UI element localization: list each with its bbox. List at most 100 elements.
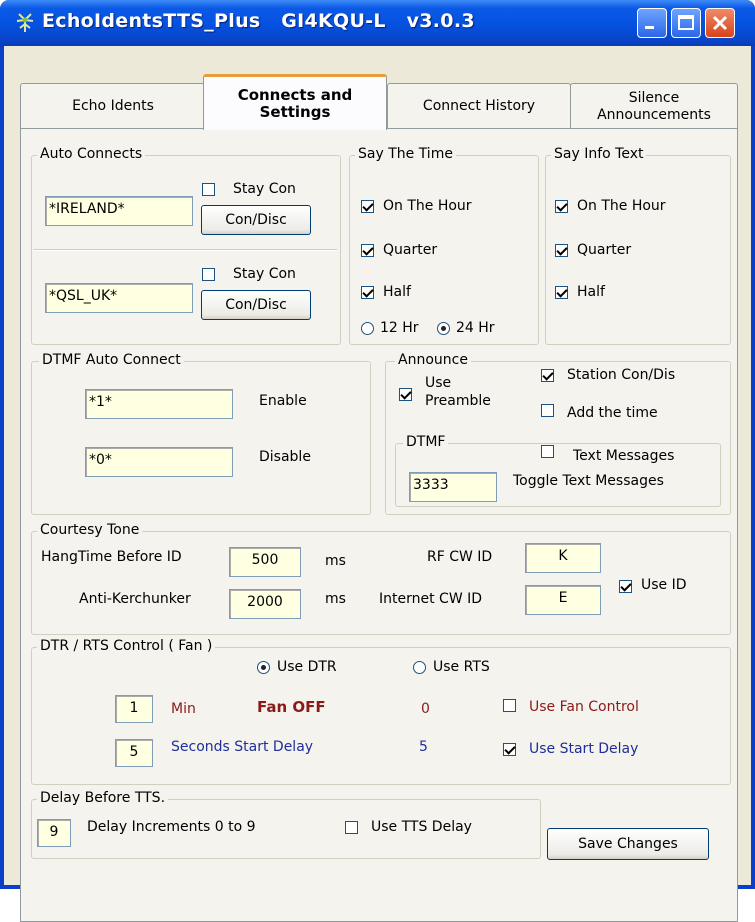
say-time-group — [349, 155, 539, 345]
start-delay-label: Seconds Start Delay — [171, 739, 314, 755]
window-title: EchoIdentsTTS_Plus GI4KQU-L v3.0.3 — [42, 10, 475, 32]
minimize-button[interactable] — [637, 8, 667, 38]
say-info-quarter-label: Quarter — [577, 242, 632, 258]
dtr-rts-legend: DTR / RTS Control ( Fan ) — [37, 638, 216, 654]
add-the-time-label: Add the time — [567, 405, 658, 421]
use-preamble-checkbox[interactable] — [399, 388, 412, 401]
title-bar[interactable]: EchoIdentsTTS_Plus GI4KQU-L v3.0.3 — [0, 0, 755, 46]
say-info-group — [545, 155, 731, 345]
tab-page-connects-settings: Auto Connects *IRELAND* Stay Con Con/Dis… — [20, 128, 738, 922]
auto-connect-1-input[interactable]: *IRELAND* — [45, 196, 193, 226]
rf-cw-id-input[interactable]: K — [525, 543, 601, 573]
say-info-half-checkbox[interactable] — [555, 286, 568, 299]
auto-connect-2-input[interactable]: *QSL_UK* — [45, 283, 193, 313]
add-the-time-checkbox[interactable] — [541, 404, 554, 417]
use-id-label: Use ID — [641, 577, 687, 593]
stay-con-2-checkbox[interactable] — [202, 268, 215, 281]
anti-kerchunker-unit: ms — [325, 591, 346, 607]
close-icon — [712, 15, 728, 31]
dtmf-toggle-input[interactable]: 3333 — [409, 472, 497, 502]
anti-kerchunker-label: Anti-Kerchunker — [79, 591, 191, 607]
radio-use-rts-label: Use RTS — [433, 659, 490, 675]
app-icon — [16, 13, 34, 32]
text-messages-checkbox[interactable] — [541, 445, 554, 458]
dtmf-enable-input[interactable]: *1* — [85, 389, 233, 419]
maximize-button[interactable] — [671, 8, 701, 38]
text-messages-label: Text Messages — [573, 448, 675, 464]
radio-24hr-label: 24 Hr — [456, 320, 495, 336]
close-button[interactable] — [705, 8, 735, 38]
tab-echo-idents[interactable]: Echo Idents — [20, 83, 206, 129]
divider — [33, 249, 337, 251]
tab-connects-and-settings[interactable]: Connects and Settings — [203, 74, 387, 130]
station-con-dis-checkbox[interactable] — [541, 369, 554, 382]
dtmf-disable-input[interactable]: *0* — [85, 447, 233, 477]
say-info-hour-checkbox[interactable] — [555, 200, 568, 213]
use-tts-delay-label: Use TTS Delay — [371, 819, 472, 835]
use-fan-control-checkbox[interactable] — [503, 699, 516, 712]
use-id-checkbox[interactable] — [619, 580, 632, 593]
tab-label: Echo Idents — [72, 98, 154, 114]
minimize-icon — [645, 26, 654, 29]
fan-status: Fan OFF — [257, 698, 326, 716]
say-info-half-label: Half — [577, 284, 605, 300]
use-start-delay-checkbox[interactable] — [503, 743, 516, 756]
say-info-hour-label: On The Hour — [577, 198, 666, 214]
stay-con-2-label: Stay Con — [233, 266, 296, 282]
internet-cw-id-label: Internet CW ID — [379, 591, 483, 607]
tab-label: Connect History — [422, 98, 536, 114]
station-con-dis-label: Station Con/Dis — [567, 367, 676, 383]
fan-count: 0 — [421, 701, 430, 717]
say-time-hour-checkbox[interactable] — [361, 200, 374, 213]
tab-connect-history[interactable]: Connect History — [387, 83, 571, 129]
say-time-hour-label: On The Hour — [383, 198, 472, 214]
use-tts-delay-checkbox[interactable] — [345, 821, 358, 834]
use-start-delay-label: Use Start Delay — [529, 741, 639, 757]
fan-min-label: Min — [171, 701, 196, 717]
say-info-quarter-checkbox[interactable] — [555, 244, 568, 257]
anti-kerchunker-input[interactable]: 2000 — [229, 589, 301, 619]
courtesy-tone-legend: Courtesy Tone — [37, 522, 143, 538]
announce-legend: Announce — [395, 352, 471, 368]
say-time-half-checkbox[interactable] — [361, 286, 374, 299]
radio-24hr[interactable] — [437, 322, 450, 335]
con-disc-1-button[interactable]: Con/Disc — [201, 205, 311, 235]
say-time-quarter-checkbox[interactable] — [361, 244, 374, 257]
radio-use-dtr[interactable] — [257, 661, 270, 674]
use-fan-control-label: Use Fan Control — [529, 699, 639, 715]
tts-delay-label: Delay Increments 0 to 9 — [87, 819, 256, 835]
radio-12hr[interactable] — [361, 322, 374, 335]
radio-12hr-label: 12 Hr — [380, 320, 419, 336]
start-delay-input[interactable]: 5 — [115, 739, 153, 767]
app-window: EchoIdentsTTS_Plus GI4KQU-L v3.0.3 Echo … — [0, 0, 755, 922]
stay-con-1-label: Stay Con — [233, 181, 296, 197]
announce-dtmf-legend: DTMF — [403, 434, 449, 450]
dtmf-enable-label: Enable — [259, 393, 307, 409]
dtmf-auto-legend: DTMF Auto Connect — [39, 352, 184, 368]
hangtime-unit: ms — [325, 553, 346, 569]
say-time-legend: Say The Time — [355, 146, 456, 162]
start-delay-count: 5 — [419, 739, 428, 755]
con-disc-2-button[interactable]: Con/Disc — [201, 290, 311, 320]
hangtime-label: HangTime Before ID — [41, 549, 182, 565]
say-time-half-label: Half — [383, 284, 411, 300]
hangtime-input[interactable]: 500 — [229, 547, 301, 577]
radio-use-rts[interactable] — [413, 661, 426, 674]
tts-delay-input[interactable]: 9 — [37, 819, 71, 847]
say-time-quarter-label: Quarter — [383, 242, 438, 258]
dtmf-auto-connect-group — [31, 361, 371, 515]
tab-silence-announcements[interactable]: Silence Announcements — [570, 83, 738, 129]
save-changes-button[interactable]: Save Changes — [547, 828, 709, 860]
fan-min-input[interactable]: 1 — [115, 695, 153, 723]
internet-cw-id-input[interactable]: E — [525, 585, 601, 615]
tab-label: Connects and Settings — [237, 85, 353, 121]
client-area: Echo Idents Connects and Settings Connec… — [4, 46, 751, 922]
stay-con-1-checkbox[interactable] — [202, 183, 215, 196]
tts-delay-legend: Delay Before TTS. — [37, 790, 169, 806]
tab-label: Silence Announcements — [597, 89, 711, 123]
toggle-text-messages-label: Toggle Text Messages — [513, 473, 664, 489]
use-preamble-label-2: Preamble — [425, 393, 491, 409]
radio-use-dtr-label: Use DTR — [277, 659, 337, 675]
maximize-icon — [678, 15, 694, 30]
dtmf-disable-label: Disable — [259, 449, 311, 465]
